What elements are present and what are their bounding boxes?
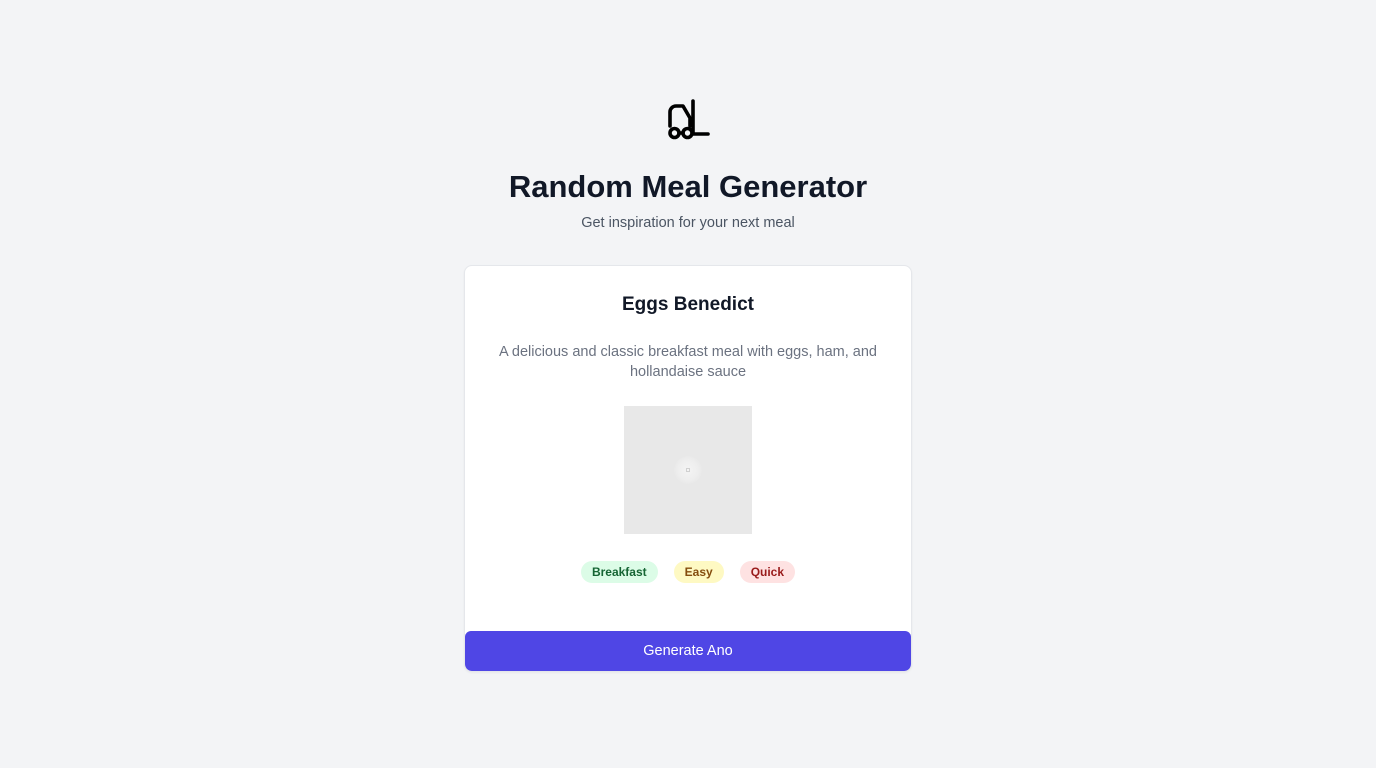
meal-image-placeholder bbox=[624, 406, 752, 534]
page-subtitle: Get inspiration for your next meal bbox=[581, 215, 795, 231]
page-title: Random Meal Generator bbox=[508, 169, 868, 204]
meal-tags: Breakfast Easy Quick bbox=[465, 561, 911, 583]
meal-card: Eggs Benedict A delicious and classic br… bbox=[464, 265, 912, 672]
forklift-icon bbox=[668, 99, 710, 140]
page: Random Meal Generator Get inspiration fo… bbox=[0, 0, 1376, 768]
tag-breakfast: Breakfast bbox=[580, 561, 658, 583]
tag-easy: Easy bbox=[673, 561, 724, 583]
loading-spinner-icon bbox=[674, 456, 702, 484]
meal-description: A delicious and classic breakfast meal w… bbox=[498, 344, 877, 380]
generate-another-button[interactable]: Generate Ano bbox=[465, 631, 911, 671]
meal-name: Eggs Benedict bbox=[622, 294, 754, 315]
tag-quick: Quick bbox=[739, 561, 796, 583]
spinner-center-dot bbox=[686, 468, 690, 472]
